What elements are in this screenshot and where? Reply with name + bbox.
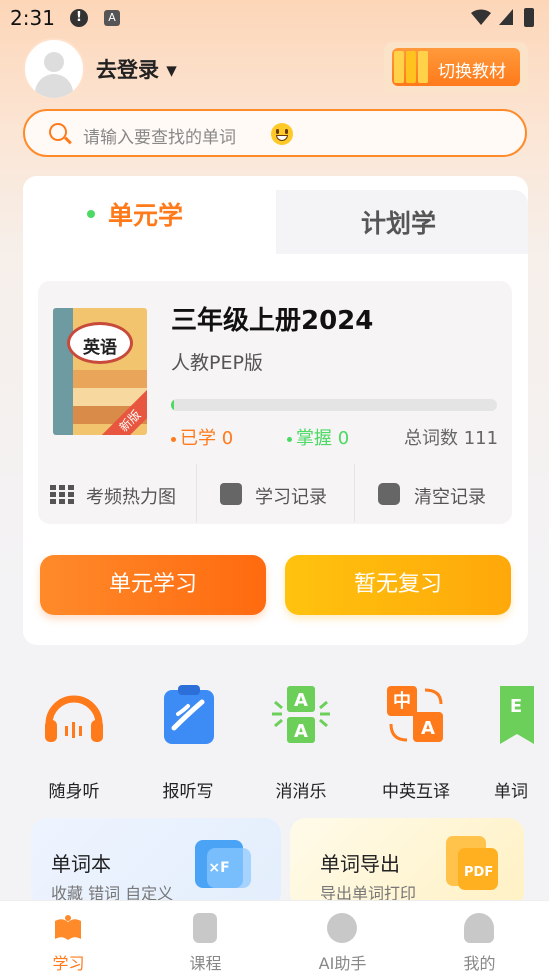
export-title: 单词导出 xyxy=(320,852,400,876)
divider xyxy=(196,464,197,522)
search-icon xyxy=(49,123,67,141)
svg-text:A: A xyxy=(294,690,308,711)
record-icon xyxy=(220,483,242,505)
user-icon xyxy=(464,913,494,943)
progress-bar xyxy=(171,399,497,411)
stat-mastered: 掌握 0 xyxy=(287,424,349,450)
status-bar: 2:31 ! A xyxy=(0,0,549,36)
clear-record-button[interactable]: 清空记录 xyxy=(414,483,486,509)
active-dot-icon xyxy=(87,210,95,218)
svg-text:×F: ×F xyxy=(208,860,229,876)
divider xyxy=(354,464,355,522)
review-button[interactable]: 暂无复习 xyxy=(285,555,511,615)
feature-label-listen[interactable]: 随身听 xyxy=(24,777,124,802)
wordbook-card[interactable]: 单词本 收藏 错词 自定义 ×F xyxy=(31,818,281,908)
switch-textbook-label: 切换教材 xyxy=(438,62,506,82)
search-bar[interactable]: 请输入要查找的单词 xyxy=(23,109,527,157)
headphones-icon[interactable] xyxy=(43,684,105,746)
refresh-icon xyxy=(378,483,400,505)
dictation-icon[interactable] xyxy=(158,684,220,746)
book-open-icon xyxy=(55,915,81,940)
pdf-icon-text: PDF xyxy=(464,865,494,880)
word-icon[interactable]: E xyxy=(498,684,538,746)
nav-course[interactable]: 课程 xyxy=(137,901,274,978)
feature-label-match[interactable]: 消消乐 xyxy=(251,777,351,802)
signal-icon xyxy=(499,9,513,25)
feature-label-translate[interactable]: 中英互译 xyxy=(366,777,466,802)
app-notification-icon: A xyxy=(104,10,120,26)
svg-text:E: E xyxy=(510,696,522,717)
tab-unit-label[interactable]: 单元学 xyxy=(108,196,183,232)
book-edition: 人教PEP版 xyxy=(171,352,263,374)
smile-emoji-icon xyxy=(271,123,293,145)
svg-text:A: A xyxy=(421,718,435,739)
feature-label-word[interactable]: 单词 xyxy=(461,777,549,802)
books-icon xyxy=(394,51,428,83)
nav-ai[interactable]: AI助手 xyxy=(274,901,411,978)
grid-icon xyxy=(50,485,74,504)
bottom-nav: 学习 课程 AI助手 我的 xyxy=(0,900,549,978)
avatar[interactable] xyxy=(23,38,85,100)
login-button[interactable]: 去登录 ▾ xyxy=(96,54,177,84)
svg-text:中: 中 xyxy=(393,690,411,712)
pdf-icon xyxy=(446,836,498,890)
nav-course-label: 课程 xyxy=(189,954,222,973)
nav-mine-label: 我的 xyxy=(463,954,496,973)
book-title: 三年级上册2024 xyxy=(171,306,374,336)
notebook-icon xyxy=(193,913,217,943)
feature-label-dictation[interactable]: 报听写 xyxy=(138,777,238,802)
tab-plan-label[interactable]: 计划学 xyxy=(361,204,436,240)
battery-icon xyxy=(524,8,534,27)
stat-learned: 已学 0 xyxy=(171,424,233,450)
flashcard-icon: ×F xyxy=(195,840,251,888)
heatmap-button[interactable]: 考频热力图 xyxy=(86,483,176,509)
match-game-icon[interactable]: A A xyxy=(270,684,332,746)
cover-badge-text: 英语 xyxy=(83,338,117,358)
chat-bubble-icon xyxy=(327,913,357,943)
stat-learned-text: 已学 0 xyxy=(180,428,234,449)
nav-mine[interactable]: 我的 xyxy=(411,901,548,978)
svg-text:A: A xyxy=(294,721,308,742)
wifi-icon xyxy=(471,9,491,25)
wordbook-title: 单词本 xyxy=(51,852,111,876)
nav-study-label: 学习 xyxy=(52,954,85,973)
translate-icon[interactable]: 中 A xyxy=(385,684,447,746)
stat-mastered-text: 掌握 0 xyxy=(296,428,350,449)
search-input[interactable]: 请输入要查找的单词 xyxy=(83,123,236,148)
switch-textbook-button[interactable]: 切换教材 xyxy=(392,48,520,86)
book-cover[interactable]: 英语 新版 xyxy=(53,308,147,435)
nav-ai-label: AI助手 xyxy=(318,954,367,973)
export-card[interactable]: 单词导出 导出单词打印 PDF xyxy=(290,818,524,908)
status-time: 2:31 xyxy=(10,6,55,30)
study-record-button[interactable]: 学习记录 xyxy=(255,483,327,509)
stat-total: 总词数 111 xyxy=(404,428,499,449)
alert-icon: ! xyxy=(70,9,88,27)
nav-study[interactable]: 学习 xyxy=(0,901,137,978)
unit-study-button[interactable]: 单元学习 xyxy=(40,555,266,615)
